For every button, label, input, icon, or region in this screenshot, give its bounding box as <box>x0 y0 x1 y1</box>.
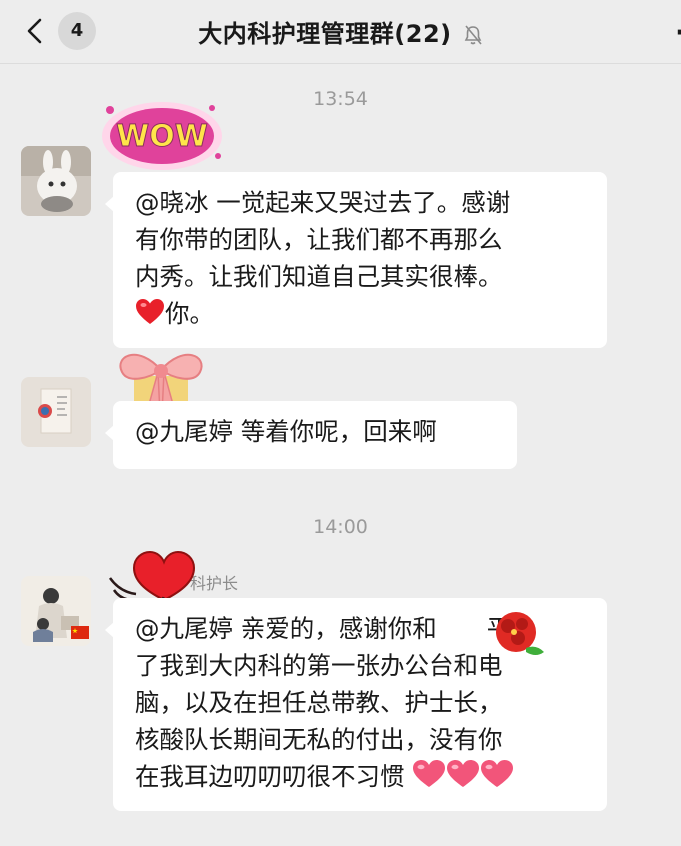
avatar-image <box>21 377 91 447</box>
avatar[interactable] <box>21 377 91 447</box>
chat-header: 4 大内科护理管理群(22) · <box>0 0 681 64</box>
wow-sticker: WOW <box>100 96 224 180</box>
message-line: 有你带的团队，让我们都不再那么 <box>135 225 503 254</box>
message-line: @晓冰 一觉起来又哭过去了。感谢 <box>135 188 511 217</box>
chat-title: 大内科护理管理群(22) <box>198 20 452 48</box>
more-dots-icon: · <box>675 18 681 48</box>
message-line: 在我耳边叨叨叨很不习惯 <box>135 758 587 795</box>
china-flag-icon <box>71 626 89 639</box>
more-options-button[interactable]: · <box>675 18 681 48</box>
pink-heart-icon <box>481 760 514 787</box>
message-bubble[interactable]: @九尾婷 等着你呢，回来啊 <box>105 401 517 469</box>
title-area: 大内科护理管理群(22) <box>0 0 681 64</box>
red-flower-sticker <box>488 608 548 668</box>
message-line: 你。 <box>135 295 587 332</box>
avatar-image <box>21 146 91 216</box>
red-heart-icon <box>136 299 164 324</box>
message-line: 内秀。让我们知道自己其实很棒。 <box>135 262 503 291</box>
message-line: 核酸队长期间无私的付出，没有你 <box>135 725 503 754</box>
message-line: 脑，以及在担任总带教、护士长， <box>135 688 503 717</box>
wow-sticker-text: WOW <box>116 119 208 154</box>
message-bubble[interactable]: @晓冰 一觉起来又哭过去了。感谢 有你带的团队，让我们都不再那么 内秀。让我们知… <box>105 172 607 348</box>
pink-heart-icon <box>413 760 446 787</box>
timestamp: 14:00 <box>313 516 368 538</box>
avatar[interactable] <box>21 576 91 646</box>
message-text: @九尾婷 等着你呢，回来啊 <box>135 417 437 446</box>
bell-off-icon <box>464 24 482 45</box>
avatar[interactable] <box>21 146 91 216</box>
pink-heart-icon <box>447 760 480 787</box>
